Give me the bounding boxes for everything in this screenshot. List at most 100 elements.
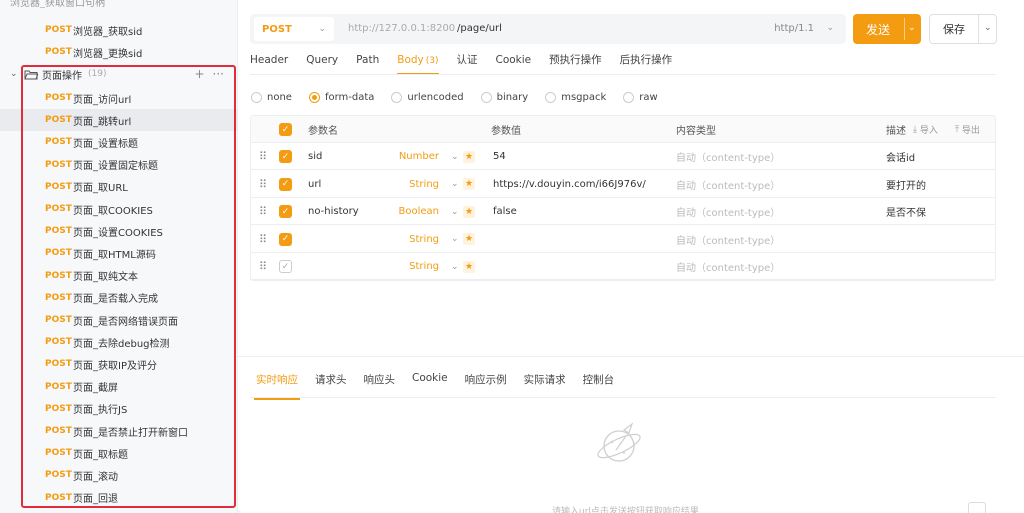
param-type-select[interactable]: String <box>381 171 439 198</box>
radio-none[interactable]: none <box>251 91 292 103</box>
sidebar-item[interactable]: POST 页面_设置固定标题 <box>0 154 238 176</box>
add-icon[interactable]: + <box>194 67 204 81</box>
panel-toggle-icon[interactable] <box>968 502 986 513</box>
sidebar-item[interactable]: POST 页面_回退 <box>0 487 238 509</box>
param-value-input[interactable]: 54 <box>493 143 506 170</box>
required-toggle[interactable]: ★ <box>463 171 475 198</box>
param-type-select[interactable]: Number <box>381 143 439 170</box>
tab-body[interactable]: Body (3) <box>397 50 439 75</box>
sidebar-item[interactable]: POST 页面_取COOKIES <box>0 198 238 220</box>
chevron-down-icon[interactable]: ⌄ <box>10 69 20 79</box>
sidebar-item[interactable]: POST 页面_是否禁止打开新窗口 <box>0 420 238 442</box>
import-button[interactable]: ⤓ 导入 <box>913 116 938 143</box>
sidebar-item[interactable]: POST 页面_设置COOKIES <box>0 220 238 242</box>
sidebar-item[interactable]: POST 页面_去除debug检测 <box>0 331 238 353</box>
chevron-down-icon[interactable]: ⌄ <box>451 198 459 225</box>
tab-path[interactable]: Path <box>356 50 379 72</box>
param-desc-input[interactable]: 要打开的 <box>886 171 926 198</box>
sidebar-item[interactable]: POST 页面_截屏 <box>0 376 238 398</box>
sidebar-item[interactable]: POST 页面_设置标题 <box>0 131 238 153</box>
param-content-type[interactable]: 自动（content-type） <box>676 171 780 198</box>
tab-cookie[interactable]: Cookie <box>496 50 532 72</box>
param-content-type[interactable]: 自动（content-type） <box>676 253 780 280</box>
more-icon[interactable]: ··· <box>213 67 224 81</box>
chevron-down-icon[interactable]: ⌄ <box>908 23 916 33</box>
param-name-input[interactable]: sid <box>308 143 322 170</box>
param-name-input[interactable]: no-history <box>308 198 359 225</box>
radio-form-data[interactable]: form-data <box>308 91 374 103</box>
radio-urlencoded[interactable]: urlencoded <box>391 91 464 103</box>
sidebar-item[interactable]: POST 页面_获取IP及评分 <box>0 353 238 375</box>
row-checkbox[interactable]: ✓ <box>279 253 292 280</box>
sidebar-item[interactable]: POST 页面_访问url <box>0 87 238 109</box>
chevron-down-icon[interactable]: ⌄ <box>451 226 459 253</box>
url-host[interactable]: http://127.0.0.1:8200 <box>348 23 455 34</box>
tab-request-headers[interactable]: 请求头 <box>315 372 347 392</box>
chevron-down-icon[interactable]: ⌄ <box>451 171 459 198</box>
drag-handle-icon[interactable]: ⠿ <box>259 171 267 198</box>
chevron-down-icon[interactable]: ⌄ <box>984 23 992 33</box>
tab-realtime-response[interactable]: 实时响应 <box>254 372 300 400</box>
drag-handle-icon[interactable]: ⠿ <box>259 143 267 170</box>
tab-actual-request[interactable]: 实际请求 <box>524 372 566 392</box>
radio-binary[interactable]: binary <box>480 91 528 103</box>
send-button[interactable]: 发送 ⌄ <box>853 14 921 44</box>
sidebar-item[interactable]: POST 页面_取URL <box>0 176 238 198</box>
url-path-input[interactable]: /page/url <box>457 23 502 34</box>
chevron-down-icon[interactable]: ⌄ <box>451 253 459 280</box>
param-type-select[interactable]: String <box>381 226 439 253</box>
tab-pre-exec[interactable]: 预执行操作 <box>549 50 602 72</box>
param-value-input[interactable]: false <box>493 198 517 225</box>
drag-handle-icon[interactable]: ⠿ <box>259 226 267 253</box>
sidebar-item[interactable]: POST 浏览器_获取sid <box>0 19 238 41</box>
tab-response-headers[interactable]: 响应头 <box>364 372 396 392</box>
sidebar-item[interactable]: POST 页面_是否载入完成 <box>0 287 238 309</box>
param-desc-input[interactable]: 是否不保 <box>886 198 926 225</box>
folder-page-ops[interactable]: ⌄ 页面操作 (19) + ··· <box>0 64 238 84</box>
tab-query[interactable]: Query <box>306 50 338 72</box>
row-checkbox[interactable]: ✓ <box>279 198 292 225</box>
required-toggle[interactable]: ★ <box>463 226 475 253</box>
export-button[interactable]: ⤒ 导出 <box>955 116 980 143</box>
param-name-input[interactable]: url <box>308 171 321 198</box>
radio-msgpack[interactable]: msgpack <box>545 91 606 103</box>
param-content-type[interactable]: 自动（content-type） <box>676 198 780 225</box>
sidebar-item[interactable]: POST 页面_取标题 <box>0 442 238 464</box>
tab-post-exec[interactable]: 后执行操作 <box>620 50 673 72</box>
sidebar-item[interactable]: POST 页面_跳转url <box>0 109 238 132</box>
drag-handle-icon[interactable]: ⠿ <box>259 253 267 280</box>
tab-header[interactable]: Header <box>250 50 288 72</box>
row-checkbox[interactable]: ✓ <box>279 226 292 253</box>
tab-response-cookie[interactable]: Cookie <box>412 372 448 392</box>
tab-console[interactable]: 控制台 <box>583 372 615 392</box>
param-value-input[interactable]: https://v.douyin.com/i66J976v/ <box>493 171 646 198</box>
method-select[interactable]: POST ⌄ <box>254 17 334 41</box>
sidebar-item[interactable]: POST 页面_取纯文本 <box>0 265 238 287</box>
sidebar-item[interactable]: POST 页面_是否网络错误页面 <box>0 309 238 331</box>
param-content-type[interactable]: 自动（content-type） <box>676 143 780 170</box>
drag-handle-icon[interactable]: ⠿ <box>259 198 267 225</box>
chevron-down-icon[interactable]: ⌄ <box>451 143 459 170</box>
params-table: ✓ 参数名 参数值 内容类型 描述 ⤓ 导入 ⤒ 导出 ⠿ ✓ sid Number ⌄… <box>250 115 996 281</box>
param-type-select[interactable]: String <box>381 253 439 280</box>
sidebar-item[interactable]: POST 页面_滚动 <box>0 464 238 486</box>
sidebar-item[interactable]: POST 页面_取HTML源码 <box>0 242 238 264</box>
sidebar-item[interactable]: POST 浏览器_更换sid <box>0 41 238 63</box>
radio-raw[interactable]: raw <box>623 91 658 103</box>
param-desc-input[interactable]: 会话id <box>886 143 915 170</box>
radio-label: none <box>267 91 292 103</box>
protocol-select[interactable]: http/1.1 <box>774 23 814 34</box>
tab-response-example[interactable]: 响应示例 <box>465 372 507 392</box>
tab-auth[interactable]: 认证 <box>457 50 478 72</box>
param-content-type[interactable]: 自动（content-type） <box>676 226 780 253</box>
required-toggle[interactable]: ★ <box>463 143 475 170</box>
required-toggle[interactable]: ★ <box>463 253 475 280</box>
select-all-checkbox[interactable]: ✓ <box>279 116 292 143</box>
row-checkbox[interactable]: ✓ <box>279 143 292 170</box>
required-toggle[interactable]: ★ <box>463 198 475 225</box>
param-type-select[interactable]: Boolean <box>381 198 440 225</box>
save-button[interactable]: 保存 ⌄ <box>929 14 997 44</box>
pane-divider[interactable] <box>238 356 1024 357</box>
row-checkbox[interactable]: ✓ <box>279 171 292 198</box>
sidebar-item[interactable]: POST 页面_执行JS <box>0 398 238 420</box>
